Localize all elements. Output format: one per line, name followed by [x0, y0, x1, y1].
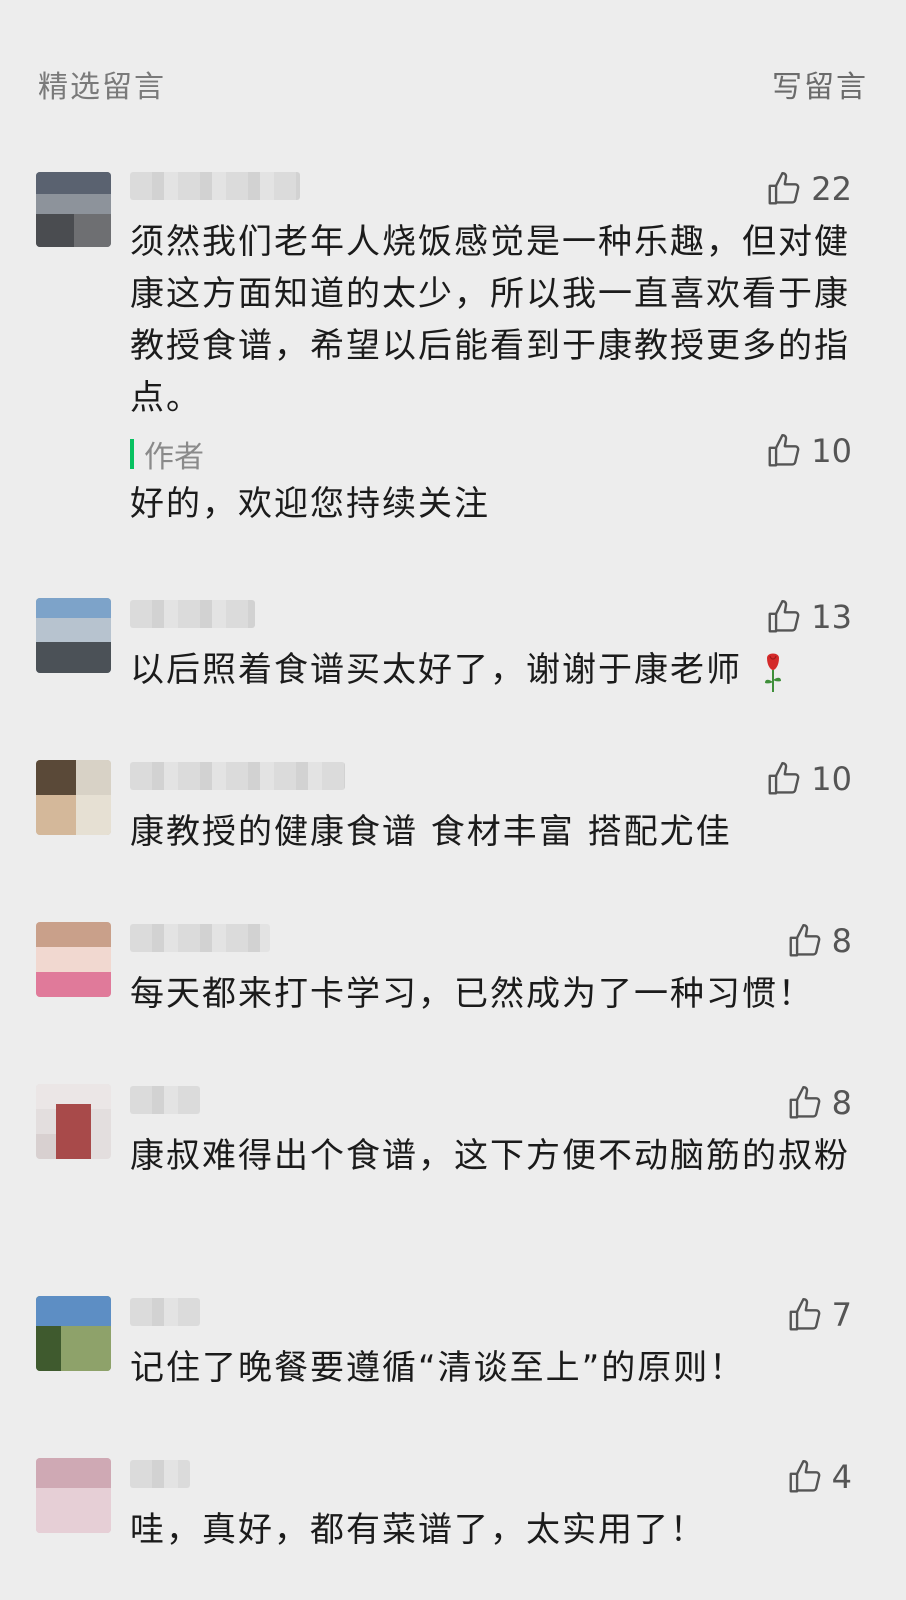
username-blurred — [130, 924, 270, 952]
like-button[interactable]: 8 — [786, 1084, 852, 1122]
thumbs-up-icon — [789, 1459, 821, 1493]
username-blurred — [130, 1460, 190, 1488]
comment-item: 8 每天都来打卡学习，已然成为了一种习惯！ — [0, 922, 906, 1032]
thumbs-up-icon — [768, 433, 800, 467]
comment-text: 须然我们老年人烧饭感觉是一种乐趣，但对健康这方面知道的太少，所以我一直喜欢看于康… — [130, 222, 850, 418]
username-blurred — [130, 762, 345, 790]
thumbs-up-icon — [789, 923, 821, 957]
comment-text: 康叔难得出个食谱，这下方便不动脑筋的叔粉 — [130, 1136, 850, 1176]
like-button[interactable]: 13 — [765, 598, 852, 636]
avatar[interactable] — [36, 1296, 111, 1371]
username-blurred — [130, 1086, 200, 1114]
write-comment-button[interactable]: 写留言 — [772, 62, 868, 106]
comment-text: 康教授的健康食谱 食材丰富 搭配尤佳 — [130, 812, 732, 852]
avatar[interactable] — [36, 598, 111, 673]
like-count: 7 — [831, 1296, 852, 1334]
like-count: 10 — [811, 760, 852, 798]
comment-text: 每天都来打卡学习，已然成为了一种习惯！ — [130, 974, 814, 1014]
author-bar — [130, 439, 134, 469]
like-button[interactable]: 4 — [786, 1458, 852, 1496]
like-count: 13 — [811, 598, 852, 636]
comments-header: 精选留言 写留言 — [0, 0, 906, 170]
username-blurred — [130, 172, 300, 200]
like-count: 4 — [831, 1458, 852, 1496]
like-button[interactable]: 22 — [765, 170, 852, 208]
comment-item: 8 康叔难得出个食谱，这下方便不动脑筋的叔粉 — [0, 1084, 906, 1244]
like-count: 8 — [831, 922, 852, 960]
comment-item: 4 哇，真好，都有菜谱了，太实用了！ — [0, 1458, 906, 1568]
author-reply-text: 好的，欢迎您持续关注 — [130, 484, 490, 524]
thumbs-up-icon — [768, 171, 800, 205]
avatar[interactable] — [36, 1458, 111, 1533]
username-blurred — [130, 1298, 200, 1326]
comment-text: 记住了晚餐要遵循“清谈至上”的原则！ — [130, 1348, 746, 1388]
comment-text: 以后照着食谱买太好了，谢谢于康老师 — [130, 644, 855, 696]
comment-item: 10 康教授的健康食谱 食材丰富 搭配尤佳 — [0, 760, 906, 870]
comment-item: 7 记住了晚餐要遵循“清谈至上”的原则！ — [0, 1296, 906, 1406]
author-reply-tag: 作者 — [130, 432, 204, 476]
like-count: 8 — [831, 1084, 852, 1122]
thumbs-up-icon — [768, 761, 800, 795]
avatar[interactable] — [36, 172, 111, 247]
like-count: 22 — [811, 170, 852, 208]
comment-item: 13 以后照着食谱买太好了，谢谢于康老师 — [0, 598, 906, 708]
comment-text: 哇，真好，都有菜谱了，太实用了！ — [130, 1510, 706, 1550]
comment-item: 22 须然我们老年人烧饭感觉是一种乐趣，但对健康这方面知道的太少，所以我一直喜欢… — [0, 170, 906, 550]
featured-comments-title: 精选留言 — [38, 70, 166, 105]
thumbs-up-icon — [789, 1085, 821, 1119]
avatar[interactable] — [36, 1084, 111, 1159]
comment-text-content: 以后照着食谱买太好了，谢谢于康老师 — [130, 650, 742, 690]
like-button[interactable]: 8 — [786, 922, 852, 960]
thumbs-up-icon — [768, 599, 800, 633]
rose-icon — [764, 653, 781, 692]
avatar[interactable] — [36, 922, 111, 997]
avatar[interactable] — [36, 760, 111, 835]
like-button[interactable]: 7 — [786, 1296, 852, 1334]
reply-like-button[interactable]: 10 — [765, 432, 852, 470]
thumbs-up-icon — [789, 1297, 821, 1331]
like-button[interactable]: 10 — [765, 760, 852, 798]
author-label: 作者 — [144, 440, 204, 475]
like-count: 10 — [811, 432, 852, 470]
username-blurred — [130, 600, 255, 628]
